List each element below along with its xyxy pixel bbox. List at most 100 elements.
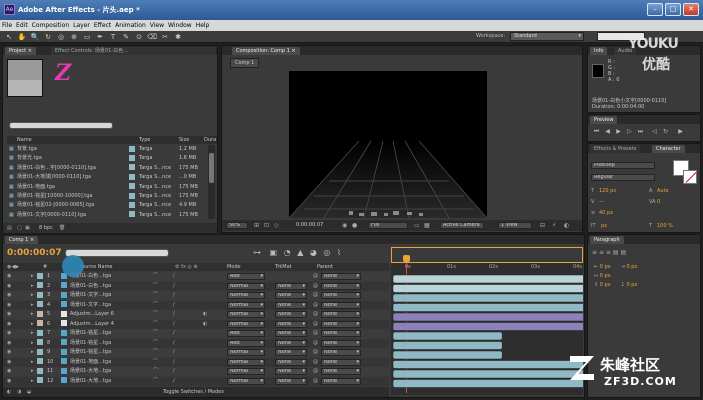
menu-window[interactable]: Window <box>166 20 194 30</box>
fit-icon[interactable]: ⊡ <box>264 222 269 229</box>
layer-row[interactable]: ◉ ▸ 12 场景01-大地...tga ⌒ / Normal ▾ None ▾ @ None ▾ <box>3 376 389 386</box>
layer-duration-bar[interactable] <box>392 350 503 360</box>
menu-effect[interactable]: Effect <box>92 20 113 30</box>
expand-transfer-controls-icon[interactable]: ◑ <box>17 387 21 397</box>
shy-switch-icon[interactable]: ⌒ <box>153 367 158 376</box>
visibility-icon[interactable]: ◉ <box>7 272 11 281</box>
shy-switch-icon[interactable]: ⌒ <box>153 301 158 310</box>
layer-duration-bar[interactable] <box>392 312 583 322</box>
shy-switch-icon[interactable]: ⌒ <box>153 291 158 300</box>
blend-mode-select[interactable]: Normal ▾ <box>227 358 265 366</box>
mask-visibility-icon[interactable]: ◇ <box>274 222 279 229</box>
label-color-swatch[interactable] <box>129 164 135 173</box>
parent-select[interactable]: None ▾ <box>321 282 361 290</box>
show-channel-icon[interactable]: ● <box>352 222 357 229</box>
visibility-icon[interactable]: ◉ <box>7 320 11 329</box>
visibility-icon[interactable]: ◉ <box>7 282 11 291</box>
pick-whip-icon[interactable]: @ <box>313 301 318 310</box>
quality-switch-icon[interactable]: / <box>173 320 175 329</box>
text-icon[interactable]: T <box>108 32 118 42</box>
ram-preview-icon[interactable]: ▶ <box>676 127 685 136</box>
expand-arrow-icon[interactable]: ▸ <box>31 291 34 300</box>
toggle-switches-modes[interactable]: Toggle Switches / Modes <box>163 387 224 397</box>
first-line-value[interactable]: 0 px <box>600 273 611 279</box>
label-color-swatch[interactable] <box>129 145 135 154</box>
justify-all-icon[interactable]: ▤ <box>620 249 626 256</box>
tab-preview[interactable]: Preview <box>590 116 618 124</box>
quality-switch-icon[interactable]: / <box>173 291 175 300</box>
blend-mode-select[interactable]: Normal ▾ <box>227 377 265 385</box>
parent-select[interactable]: None ▾ <box>321 292 361 299</box>
parent-select[interactable]: None ▾ <box>321 301 361 309</box>
blend-mode-select[interactable]: Add ▾ <box>227 273 265 280</box>
track-matte-select[interactable]: None ▾ <box>275 330 307 337</box>
shy-switch-icon[interactable]: ⌒ <box>153 377 158 386</box>
comp-timecode[interactable]: 0:00:00:07 <box>296 222 340 229</box>
pick-whip-icon[interactable]: @ <box>313 329 318 338</box>
layer-duration-bar[interactable] <box>392 322 583 331</box>
interpret-footage-icon[interactable]: ▤ <box>7 223 12 233</box>
visibility-icon[interactable]: ◉ <box>7 310 11 319</box>
tab-effect-controls[interactable]: Effect Controls: 场景01-白色... <box>51 47 216 55</box>
expand-in-out-icon[interactable]: ◒ <box>27 387 31 397</box>
tab-effects-presets[interactable]: Effects & Presets <box>590 145 641 153</box>
label-color-swatch[interactable] <box>129 201 135 210</box>
loop-icon[interactable]: ↻ <box>661 127 670 136</box>
blend-mode-select[interactable]: Normal ▾ <box>227 292 265 299</box>
layer-row[interactable]: ◉ ▸ 9 场景01-铭星...tga ⌒ / Normal ▾ None ▾ @ None ▾ <box>3 348 389 357</box>
quality-switch-icon[interactable]: / <box>173 301 175 310</box>
blend-mode-select[interactable]: Normal ▾ <box>227 311 265 318</box>
visibility-icon[interactable]: ◉ <box>7 301 11 310</box>
project-item[interactable]: ▦ 场景01-铭星02-[0000-0065].tga Targa S...nce 4… <box>7 201 207 210</box>
tab-composition[interactable]: Composition: Comp 1 × <box>232 47 300 55</box>
parent-select[interactable]: None ▾ <box>321 311 361 318</box>
menu-edit[interactable]: Edit <box>14 20 30 30</box>
blend-mode-select[interactable]: Normal ▾ <box>227 349 265 356</box>
track-matte-select[interactable]: None ▾ <box>275 368 307 375</box>
comp-viewer[interactable] <box>288 71 488 219</box>
parent-select[interactable]: None ▾ <box>321 330 361 337</box>
layer-label-color[interactable] <box>37 377 43 383</box>
trash-icon[interactable]: 🗑 <box>59 223 65 233</box>
blend-mode-select[interactable]: Normal ▾ <box>227 301 265 309</box>
track-matte-select[interactable]: None ▾ <box>275 349 307 356</box>
visibility-icon[interactable]: ◉ <box>7 291 11 300</box>
layer-row[interactable]: ◉ ▸ 7 场景01-铭星...tga ⌒ / Add ▾ None ▾ @ None ▾ <box>3 329 389 338</box>
font-size-value[interactable]: 120 px <box>599 188 616 194</box>
adjustment-layer-icon[interactable]: ◐ <box>203 320 207 329</box>
motion-blur-icon[interactable]: ◕ <box>310 248 317 257</box>
menu-file[interactable]: File <box>0 20 14 30</box>
stroke-color-swatch[interactable] <box>683 170 697 184</box>
tab-paragraph[interactable]: Paragraph <box>590 236 624 244</box>
track-matte-select[interactable]: None ▾ <box>275 311 307 318</box>
col-type[interactable]: Type <box>139 136 150 144</box>
quality-switch-icon[interactable]: / <box>173 348 175 357</box>
maximize-button[interactable]: □ <box>665 3 681 16</box>
align-right-icon[interactable]: ≡ <box>606 249 611 256</box>
project-search-input[interactable] <box>9 122 113 129</box>
layer-label-color[interactable] <box>37 348 43 355</box>
shy-switch-icon[interactable]: ⌒ <box>153 358 158 367</box>
pick-whip-icon[interactable]: @ <box>313 367 318 376</box>
timeline-timecode[interactable]: 0:00:00:07 <box>7 248 62 258</box>
layer-duration-bar[interactable] <box>392 341 503 350</box>
quality-switch-icon[interactable]: / <box>173 272 175 281</box>
pen-icon[interactable]: ✒ <box>95 32 105 42</box>
track-matte-select[interactable]: None ▾ <box>275 358 307 366</box>
grid-icon[interactable]: ⊞ <box>254 222 259 229</box>
expand-arrow-icon[interactable]: ▸ <box>31 301 34 310</box>
parent-select[interactable]: None ▾ <box>321 377 361 385</box>
label-color-swatch[interactable] <box>129 183 135 192</box>
tab-character[interactable]: Character <box>652 145 685 153</box>
expand-arrow-icon[interactable]: ▸ <box>31 348 34 357</box>
layer-duration-bar[interactable] <box>392 379 583 388</box>
exposure-icon[interactable]: ◐ <box>564 222 569 229</box>
graph-editor-icon[interactable]: ⌇ <box>337 248 341 257</box>
expand-arrow-icon[interactable]: ▸ <box>31 282 34 291</box>
label-color-swatch[interactable] <box>129 154 135 163</box>
track-matte-select[interactable]: None ▾ <box>275 377 307 385</box>
expand-arrow-icon[interactable]: ▸ <box>31 367 34 376</box>
menu-animation[interactable]: Animation <box>113 20 148 30</box>
rotate-icon[interactable]: ↻ <box>43 32 53 42</box>
shy-switch-icon[interactable]: ⌒ <box>153 348 158 357</box>
